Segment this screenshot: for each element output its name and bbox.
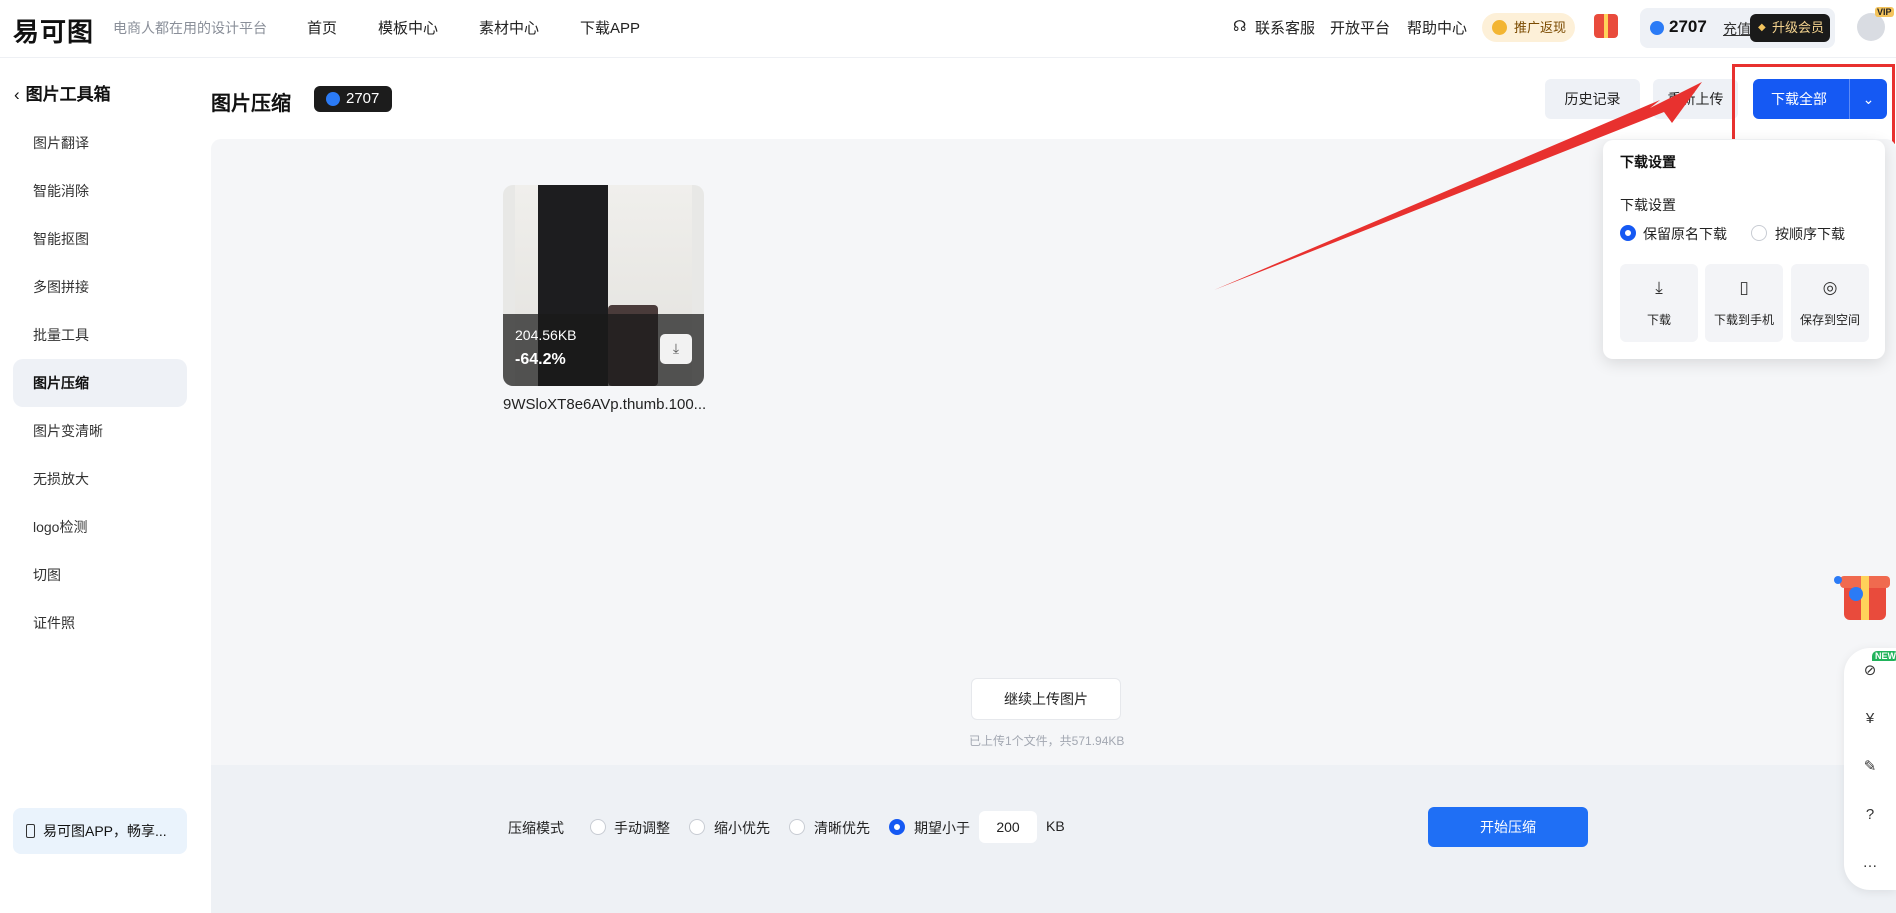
bolt-icon bbox=[326, 92, 340, 106]
credits-count: 2707 bbox=[1669, 17, 1707, 36]
radio-manual-label[interactable]: 手动调整 bbox=[614, 818, 670, 838]
start-compress-button[interactable]: 开始压缩 bbox=[1428, 807, 1588, 847]
dropdown-subtitle: 下载设置 bbox=[1620, 197, 1676, 213]
app-promo-label: 易可图APP，畅享... bbox=[43, 823, 167, 839]
radio-target-size[interactable] bbox=[889, 819, 905, 835]
sidebar-item-id-photo[interactable]: 证件照 bbox=[13, 599, 187, 647]
history-button[interactable]: 历史记录 bbox=[1545, 79, 1640, 119]
file-size: 204.56KB bbox=[515, 327, 577, 343]
new-badge: NEW bbox=[1872, 651, 1896, 661]
page-title: 图片压缩 bbox=[211, 93, 291, 115]
logo[interactable]: 易可图 bbox=[13, 12, 94, 49]
nav-download-app[interactable]: 下载APP bbox=[580, 17, 640, 38]
credits-box: 2707 充值 升级会员 bbox=[1640, 8, 1835, 48]
chat-icon[interactable]: … bbox=[1860, 853, 1880, 873]
sidebar-item-lossless-upscale[interactable]: 无损放大 bbox=[13, 455, 187, 503]
download-settings-dropdown: 下载设置 下载设置 保留原名下载 按顺序下载 ⤓ 下载 ▯ 下载到手机 ◎ 保存… bbox=[1603, 140, 1885, 359]
credits-badge: 2707 bbox=[314, 86, 392, 112]
target-size-input[interactable] bbox=[979, 811, 1037, 843]
top-bar: 易可图 电商人都在用的设计平台 首页 模板中心 素材中心 下载APP ☊ 联系客… bbox=[0, 0, 1896, 58]
radio-keep-name-label[interactable]: 保留原名下载 bbox=[1643, 224, 1727, 244]
compress-settings-bar bbox=[211, 765, 1896, 913]
avatar[interactable] bbox=[1857, 7, 1894, 41]
download-to-phone-label: 下载到手机 bbox=[1713, 313, 1774, 327]
phone-icon bbox=[26, 824, 35, 838]
open-platform-link[interactable]: 开放平台 bbox=[1330, 17, 1390, 38]
radio-sequential-label[interactable]: 按顺序下载 bbox=[1775, 224, 1845, 244]
nav-templates[interactable]: 模板中心 bbox=[378, 17, 438, 38]
radio-clarity-first[interactable] bbox=[789, 819, 805, 835]
annotation-highlight-box bbox=[1732, 64, 1895, 144]
nav-home[interactable]: 首页 bbox=[307, 17, 337, 38]
sidebar-item-smart-erase[interactable]: 智能消除 bbox=[13, 167, 187, 215]
bolt-icon bbox=[1650, 21, 1664, 35]
sidebar-item-batch-tools[interactable]: 批量工具 bbox=[13, 311, 187, 359]
size-unit: KB bbox=[1046, 818, 1065, 834]
coin-icon bbox=[1492, 20, 1507, 35]
radio-manual[interactable] bbox=[590, 819, 606, 835]
sidebar-item-smart-cutout[interactable]: 智能抠图 bbox=[13, 215, 187, 263]
gift-icon[interactable] bbox=[1594, 14, 1618, 38]
promo-label: 推广返现 bbox=[1514, 20, 1567, 35]
radio-clarity-first-label[interactable]: 清晰优先 bbox=[814, 818, 870, 838]
promo-cashback-button[interactable]: 推广返现 bbox=[1482, 13, 1575, 42]
upload-summary: 已上传1个文件，共571.94KB bbox=[969, 734, 1125, 748]
compress-mode-label: 压缩模式 bbox=[508, 820, 564, 836]
sidebar-item-slice[interactable]: 切图 bbox=[13, 551, 187, 599]
help-center-link[interactable]: 帮助中心 bbox=[1407, 17, 1467, 38]
save-to-space-label: 保存到空间 bbox=[1799, 313, 1860, 327]
floating-toolbar: ⊘ ¥ ✎ ? … bbox=[1844, 648, 1896, 890]
app-promo-banner[interactable]: 易可图APP，畅享... bbox=[13, 808, 187, 854]
dropdown-title: 下载设置 bbox=[1620, 154, 1676, 170]
radio-keep-name[interactable] bbox=[1620, 225, 1636, 241]
user-circle-icon: ◎ bbox=[1822, 278, 1838, 297]
sidebar-item-sharpen[interactable]: 图片变清晰 bbox=[13, 407, 187, 455]
download-icon[interactable]: ⤓ bbox=[660, 334, 692, 364]
radio-size-first-label[interactable]: 缩小优先 bbox=[714, 818, 770, 838]
link-icon[interactable]: ⊘ bbox=[1860, 661, 1880, 681]
sidebar-item-image-compress[interactable]: 图片压缩 bbox=[13, 359, 187, 407]
save-to-space-option[interactable]: ◎ 保存到空间 bbox=[1791, 264, 1869, 342]
recharge-link[interactable]: 充值 bbox=[1723, 19, 1751, 39]
help-icon[interactable]: ? bbox=[1860, 805, 1880, 825]
credits-badge-count: 2707 bbox=[346, 90, 380, 107]
sidebar-title-label: 图片工具箱 bbox=[25, 85, 111, 104]
sidebar-item-logo-detect[interactable]: logo检测 bbox=[13, 503, 187, 551]
download-to-phone-option[interactable]: ▯ 下载到手机 bbox=[1705, 264, 1783, 342]
headset-icon[interactable]: ☊ bbox=[1233, 17, 1246, 35]
sidebar-title[interactable]: ‹ 图片工具箱 bbox=[14, 80, 111, 105]
contact-service-link[interactable]: 联系客服 bbox=[1255, 17, 1315, 38]
floating-gift-icon[interactable] bbox=[1830, 558, 1894, 624]
reupload-button[interactable]: 重新上传 bbox=[1653, 79, 1738, 119]
feedback-icon[interactable]: ✎ bbox=[1860, 757, 1880, 777]
sidebar-item-multi-stitch[interactable]: 多图拼接 bbox=[13, 263, 187, 311]
download-option[interactable]: ⤓ 下载 bbox=[1620, 264, 1698, 342]
compression-ratio: -64.2% bbox=[515, 351, 566, 368]
chevron-left-icon: ‹ bbox=[14, 85, 20, 104]
nav-materials[interactable]: 素材中心 bbox=[479, 17, 539, 38]
sidebar: ‹ 图片工具箱 图片翻译 智能消除 智能抠图 多图拼接 批量工具 图片压缩 图片变… bbox=[0, 59, 200, 913]
upgrade-vip-button[interactable]: 升级会员 bbox=[1750, 14, 1830, 42]
continue-upload-button[interactable]: 继续上传图片 bbox=[971, 678, 1121, 720]
slogan: 电商人都在用的设计平台 bbox=[113, 20, 267, 36]
refund-icon[interactable]: ¥ bbox=[1860, 709, 1880, 729]
main-nav: 首页 模板中心 素材中心 下载APP bbox=[307, 17, 681, 38]
phone-icon: ▯ bbox=[1739, 278, 1749, 297]
file-name: 9WSloXT8e6AVp.thumb.100... bbox=[503, 396, 707, 413]
radio-sequential[interactable] bbox=[1751, 225, 1767, 241]
download-icon: ⤓ bbox=[1655, 278, 1663, 297]
radio-target-size-label[interactable]: 期望小于 bbox=[914, 818, 970, 838]
image-card[interactable]: 204.56KB -64.2% ⤓ bbox=[503, 185, 704, 386]
radio-size-first[interactable] bbox=[689, 819, 705, 835]
sidebar-item-image-translate[interactable]: 图片翻译 bbox=[13, 119, 187, 167]
download-option-label: 下载 bbox=[1646, 313, 1671, 327]
